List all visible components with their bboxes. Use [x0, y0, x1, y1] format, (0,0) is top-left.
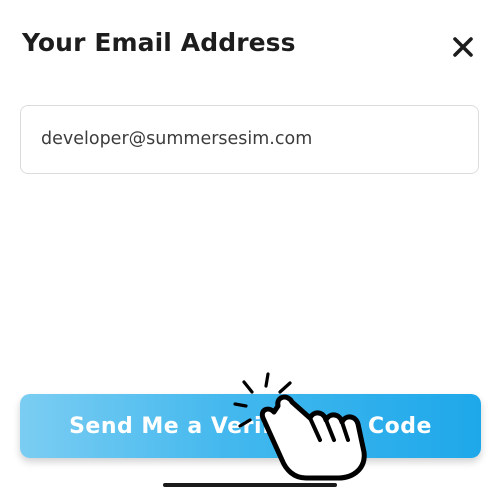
- dialog-title: Your Email Address: [22, 28, 296, 57]
- email-input[interactable]: [41, 106, 461, 172]
- email-field[interactable]: [20, 105, 479, 174]
- send-verification-code-button[interactable]: Send Me a Verification Code: [20, 394, 481, 458]
- close-button[interactable]: [448, 32, 478, 62]
- close-icon: [453, 37, 473, 57]
- send-button-label: Send Me a Verification Code: [69, 413, 432, 439]
- home-indicator: [163, 483, 337, 487]
